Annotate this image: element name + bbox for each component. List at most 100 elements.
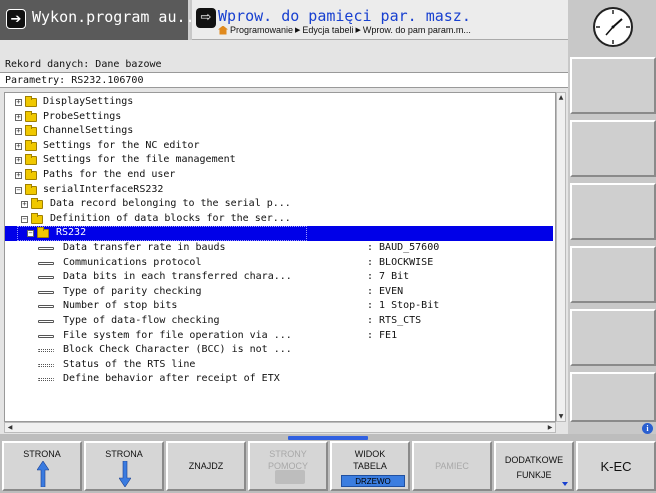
- expand-icon[interactable]: +: [15, 157, 22, 165]
- main-panel: Rekord danych: Dane bazowe Parametry: RS…: [0, 40, 568, 434]
- softkey-label: K-EC: [600, 459, 632, 474]
- expand-icon[interactable]: +: [21, 201, 28, 209]
- parameter-icon: [38, 305, 54, 309]
- breadcrumb: Programowanie ▶ Edycja tabeli ▶ Wprow. d…: [218, 25, 471, 35]
- tree-row[interactable]: Number of stop bits : 1 Stop-Bit: [5, 299, 553, 314]
- help-pages-softkey: STRONY POMOCY: [248, 441, 328, 491]
- submenu-triangle-icon: [562, 482, 568, 486]
- tree-label: ChannelSettings: [43, 125, 134, 137]
- parameter-tree[interactable]: + DisplaySettings + ProbeSettings + Chan…: [4, 92, 556, 422]
- k-ec-softkey[interactable]: K-EC: [576, 441, 656, 491]
- tree-label: Paths for the end user: [43, 169, 176, 180]
- vertical-softkey-5[interactable]: [570, 309, 656, 366]
- tree-label: DisplaySettings: [43, 96, 134, 107]
- tree-row[interactable]: + Settings for the NC editor: [5, 139, 553, 154]
- arrow-down-icon: [119, 461, 131, 487]
- tree-value: : FE1: [367, 329, 398, 341]
- arrow-up-icon: [37, 461, 49, 487]
- expand-icon[interactable]: +: [15, 128, 22, 136]
- page-down-softkey[interactable]: STRONA: [84, 441, 164, 491]
- softkey-page-indicator: [288, 436, 368, 440]
- home-icon: [218, 25, 228, 35]
- tree-row[interactable]: + DisplaySettings: [5, 95, 553, 110]
- tree-row[interactable]: + ProbeSettings: [5, 110, 553, 125]
- tree-row[interactable]: Block Check Character (BCC) is not ...: [5, 343, 553, 358]
- expand-icon[interactable]: +: [15, 99, 22, 106]
- tree-row[interactable]: Status of the RTS line: [5, 358, 553, 373]
- tree-row[interactable]: Define behavior after receipt of ETX: [5, 372, 553, 387]
- vertical-softkey-1[interactable]: [570, 57, 656, 114]
- tree-value: : BLOCKWISE: [367, 256, 434, 268]
- softkey-label: ZNAJDZ: [188, 461, 224, 471]
- scroll-left-icon[interactable]: ◀: [5, 423, 15, 432]
- breadcrumb-item: Edycja tabeli: [302, 25, 354, 35]
- program-run-tab[interactable]: ➔ Wykon.program au...: [0, 0, 204, 40]
- breadcrumb-item: Programowanie: [230, 25, 294, 35]
- tree-row[interactable]: + Paths for the end user: [5, 168, 553, 183]
- record-label: Rekord danych: Dane bazowe: [5, 59, 162, 70]
- collapse-icon[interactable]: −: [15, 186, 22, 194]
- parameter-icon: [38, 290, 54, 294]
- breadcrumb-item: Wprow. do pam param.m...: [362, 25, 471, 35]
- collapse-icon[interactable]: −: [21, 215, 28, 223]
- machine-params-tab[interactable]: ⇨ Wprow. do pamięci par. masz. Programow…: [192, 0, 568, 40]
- tree-row[interactable]: Communications protocol : BLOCKWISE: [5, 256, 553, 271]
- tree-label: Type of parity checking: [63, 285, 202, 297]
- tree-label: Data record belonging to the serial p...: [50, 198, 291, 210]
- tree-row[interactable]: File system for file operation via ... :…: [5, 329, 553, 344]
- memory-softkey: PAMIEC: [412, 441, 492, 491]
- find-softkey[interactable]: ZNAJDZ: [166, 441, 246, 491]
- horizontal-scrollbar[interactable]: ◀ ▶: [4, 422, 556, 433]
- expand-icon[interactable]: +: [15, 113, 22, 121]
- folder-icon: [25, 139, 37, 151]
- help-book-icon: [275, 470, 305, 484]
- vertical-softkey-3[interactable]: [570, 183, 656, 240]
- scroll-down-icon[interactable]: ▼: [557, 412, 565, 421]
- expand-icon[interactable]: +: [15, 142, 22, 150]
- tree-row[interactable]: Type of data-flow checking : RTS_CTS: [5, 314, 553, 329]
- vertical-scrollbar[interactable]: ▲ ▼: [556, 92, 566, 422]
- softkey-label: TABELA: [353, 461, 387, 471]
- tree-row[interactable]: Type of parity checking : EVEN: [5, 285, 553, 300]
- softkey-label: STRONY: [269, 449, 307, 459]
- tree-row-selected[interactable]: − RS232: [5, 226, 553, 241]
- scroll-right-icon[interactable]: ▶: [545, 423, 555, 432]
- expand-icon[interactable]: +: [15, 172, 22, 179]
- tree-label: Type of data-flow checking: [63, 315, 220, 326]
- program-run-title: Wykon.program au...: [32, 8, 204, 26]
- info-icon[interactable]: i: [642, 423, 653, 434]
- softkey-label: DODATKOWE: [504, 455, 564, 465]
- parameter-icon: [38, 261, 54, 265]
- parameter-icon: [38, 247, 54, 250]
- tree-label: RS232: [56, 227, 87, 239]
- tree-row[interactable]: + ChannelSettings: [5, 124, 553, 139]
- tree-label: Data transfer rate in bauds: [63, 242, 226, 253]
- folder-open-icon: [25, 183, 37, 195]
- collapse-icon[interactable]: −: [27, 230, 34, 238]
- folder-icon: [25, 125, 37, 137]
- tree-row[interactable]: − Definition of data blocks for the ser.…: [5, 212, 553, 227]
- scroll-up-icon[interactable]: ▲: [557, 93, 565, 102]
- folder-open-icon: [37, 227, 49, 239]
- extra-functions-softkey[interactable]: DODATKOWE FUNKJE: [494, 441, 574, 491]
- vertical-softkey-4[interactable]: [570, 246, 656, 303]
- folder-icon: [25, 96, 37, 107]
- tree-label: Settings for the NC editor: [43, 139, 200, 151]
- folder-icon: [25, 169, 37, 180]
- folder-icon: [31, 198, 43, 210]
- tree-row[interactable]: Data bits in each transferred chara... :…: [5, 270, 553, 285]
- view-table-softkey[interactable]: WIDOK TABELA DRZEWO: [330, 441, 410, 491]
- tree-value: : 1 Stop-Bit: [367, 300, 440, 312]
- vertical-softkey-2[interactable]: [570, 120, 656, 177]
- tree-label: Status of the RTS line: [63, 358, 196, 370]
- softkey-label: STRONA: [105, 449, 143, 459]
- parameter-icon: [38, 276, 54, 280]
- tree-row[interactable]: − serialInterfaceRS232: [5, 183, 553, 198]
- tree-label: Settings for the file management: [43, 154, 236, 166]
- tree-row[interactable]: Data transfer rate in bauds : BAUD_57600: [5, 241, 553, 256]
- vertical-softkey-6[interactable]: [570, 372, 656, 422]
- tree-row[interactable]: + Data record belonging to the serial p.…: [5, 197, 553, 212]
- tree-row[interactable]: + Settings for the file management: [5, 153, 553, 168]
- tree-label: serialInterfaceRS232: [43, 183, 164, 195]
- page-up-softkey[interactable]: STRONA: [2, 441, 82, 491]
